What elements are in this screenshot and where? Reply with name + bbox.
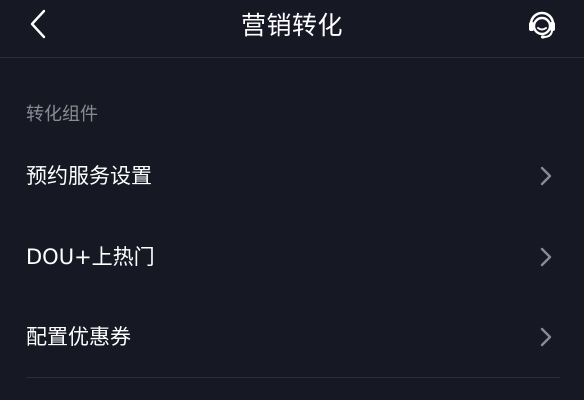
menu-item-coupon-config[interactable]: 配置优惠券 bbox=[0, 307, 584, 367]
header-bar: 营销转化 bbox=[0, 0, 584, 58]
customer-service-button[interactable] bbox=[522, 6, 562, 46]
menu-item-label: DOU+上热门 bbox=[26, 245, 155, 269]
page-title: 营销转化 bbox=[240, 11, 343, 40]
menu-item-appointment-settings[interactable]: 预约服务设置 bbox=[0, 146, 584, 206]
menu-item-dou-plus[interactable]: DOU+上热门 bbox=[0, 227, 584, 287]
chevron-right-icon bbox=[538, 164, 554, 188]
chevron-right-icon bbox=[538, 245, 554, 269]
customer-service-icon bbox=[525, 7, 559, 45]
bottom-divider bbox=[26, 377, 560, 378]
section-title: 转化组件 bbox=[26, 104, 98, 125]
menu-item-label: 配置优惠券 bbox=[26, 325, 131, 349]
menu-item-label: 预约服务设置 bbox=[26, 164, 152, 188]
marketing-conversion-screen: 营销转化 转化组件 预约服务设置 DOU+上热门 配置优惠券 bbox=[0, 0, 584, 400]
chevron-right-icon bbox=[538, 325, 554, 349]
